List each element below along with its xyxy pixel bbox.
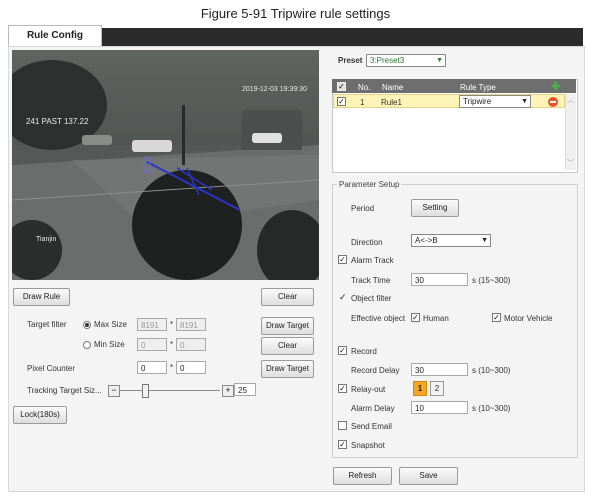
rule-no: 1 — [360, 98, 365, 107]
lock-button[interactable]: Lock(180s) — [13, 406, 67, 424]
rule-type-value: Tripwire — [463, 97, 492, 106]
parameter-setup-legend: Parameter Setup — [337, 180, 402, 189]
max-height-input[interactable]: 8191 — [176, 318, 206, 331]
max-width-input[interactable]: 8191 — [137, 318, 167, 331]
direction-value: A<->B — [415, 236, 438, 245]
video-channel-label: Tianjin — [36, 236, 57, 243]
save-button[interactable]: Save — [399, 467, 458, 485]
human-label: Human — [423, 314, 449, 323]
clear-rule-button[interactable]: Clear — [261, 288, 314, 306]
camera-scene — [12, 50, 319, 280]
relay-2-button[interactable]: 2 — [430, 381, 444, 396]
figure-caption: Figure 5-91 Tripwire rule settings — [200, 6, 391, 21]
alarm-delay-input[interactable]: 10 — [411, 401, 468, 414]
min-size-label: Min Size — [94, 340, 125, 349]
col-rule-type: Rule Type — [460, 83, 496, 92]
delete-rule-icon[interactable] — [548, 97, 558, 107]
send-email-label: Send Email — [351, 422, 392, 431]
rule-name[interactable]: Rule1 — [381, 98, 402, 107]
draw-target-button-2[interactable]: Draw Target — [261, 360, 314, 378]
record-label: Record — [351, 347, 377, 356]
times-sign: * — [170, 320, 174, 329]
pixel-width-input[interactable]: 0 — [137, 361, 167, 374]
add-rule-icon[interactable]: ✚ — [551, 80, 560, 93]
rule-type-select[interactable]: Tripwire ▼ — [459, 95, 531, 108]
draw-rule-button[interactable]: Draw Rule — [13, 288, 70, 306]
snapshot-label: Snapshot — [351, 441, 385, 450]
direction-select[interactable]: A<->B ▼ — [411, 234, 491, 247]
track-time-input[interactable]: 30 — [411, 273, 468, 286]
max-size-radio[interactable] — [83, 321, 91, 329]
tracking-slider-track[interactable] — [120, 390, 220, 391]
tab-rule-config[interactable]: Rule Config — [8, 25, 102, 46]
draw-target-button[interactable]: Draw Target — [261, 317, 314, 335]
pixel-counter-label: Pixel Counter — [27, 364, 76, 373]
tracking-slider-thumb[interactable] — [142, 384, 149, 398]
object-filter-label: Object filter — [351, 294, 392, 303]
motor-vehicle-label: Motor Vehicle — [504, 314, 553, 323]
min-height-input[interactable]: 0 — [176, 338, 206, 351]
record-delay-range: s (10~300) — [472, 366, 511, 375]
human-checkbox[interactable]: ✓ — [411, 313, 420, 322]
minus-icon[interactable]: − — [108, 385, 120, 397]
setting-button[interactable]: Setting — [411, 199, 459, 217]
video-preview[interactable]: 2019-12-03 19:39:30 241 PAST 137.22 Tian… — [12, 50, 319, 280]
max-size-label: Max Size — [94, 320, 127, 329]
min-width-input[interactable]: 0 — [137, 338, 167, 351]
track-time-range: s (15~300) — [472, 276, 511, 285]
record-checkbox[interactable]: ✓ — [338, 346, 347, 355]
relay-out-label: Relay-out — [351, 385, 386, 394]
relay-1-button[interactable]: 1 — [413, 381, 427, 396]
alarm-delay-range: s (10~300) — [472, 404, 511, 413]
target-filter-label: Target filter — [27, 320, 67, 329]
alarm-track-checkbox[interactable]: ✓ — [338, 255, 347, 264]
tracking-target-label: Tracking Target Siz... — [27, 386, 102, 395]
snapshot-checkbox[interactable]: ✓ — [338, 440, 347, 449]
chevron-down-icon: ▼ — [436, 57, 443, 64]
rule-row-checkbox[interactable]: ✓ — [337, 97, 346, 106]
preset-value: 3:Preset3 — [370, 56, 405, 65]
alarm-track-label: Alarm Track — [351, 256, 394, 265]
clear-target-button[interactable]: Clear — [261, 337, 314, 355]
relay-out-checkbox[interactable]: ✓ — [338, 384, 347, 393]
rule-table-scrollbar[interactable]: ︿ ﹀ — [565, 94, 576, 170]
send-email-checkbox[interactable] — [338, 421, 347, 430]
video-timestamp: 2019-12-03 19:39:30 — [242, 86, 307, 93]
video-overlay-text: 241 PAST 137.22 — [26, 117, 89, 126]
select-all-checkbox[interactable]: ✓ — [337, 82, 346, 91]
track-time-label: Track Time — [351, 276, 391, 285]
preset-select[interactable]: 3:Preset3 ▼ — [366, 54, 446, 67]
record-delay-label: Record Delay — [351, 366, 400, 375]
period-label: Period — [351, 204, 375, 213]
chevron-down-icon: ▼ — [521, 98, 528, 105]
min-size-radio[interactable] — [83, 341, 91, 349]
direction-label: Direction — [351, 238, 383, 247]
refresh-button[interactable]: Refresh — [333, 467, 392, 485]
object-filter-check-icon[interactable]: ✓ — [339, 292, 347, 303]
plus-icon[interactable]: + — [222, 385, 234, 397]
times-sign-2: * — [170, 340, 174, 349]
effective-object-label: Effective object — [351, 314, 406, 323]
pixel-height-input[interactable]: 0 — [176, 361, 206, 374]
times-sign-3: * — [170, 363, 174, 372]
chevron-down-icon: ▼ — [481, 237, 488, 244]
preset-label: Preset — [338, 56, 363, 65]
col-name: Name — [382, 83, 404, 92]
record-delay-input[interactable]: 30 — [411, 363, 468, 376]
alarm-delay-label: Alarm Delay — [351, 404, 395, 413]
tracking-value-input[interactable]: 25 — [234, 383, 256, 396]
col-no: No. — [358, 83, 371, 92]
motor-vehicle-checkbox[interactable]: ✓ — [492, 313, 501, 322]
